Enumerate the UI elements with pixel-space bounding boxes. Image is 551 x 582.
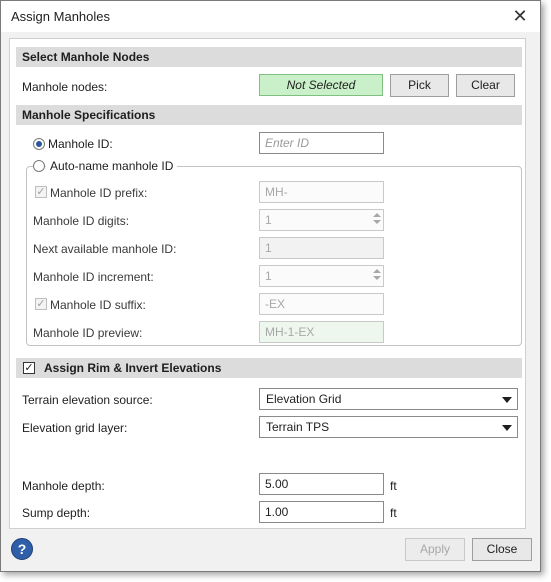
increment-label: Manhole ID increment: — [33, 270, 154, 284]
suffix-label: Manhole ID suffix: — [50, 298, 146, 312]
manhole-id-radio[interactable] — [33, 138, 45, 150]
manhole-id-placeholder: Enter ID — [265, 136, 310, 150]
suffix-input[interactable]: -EX — [259, 293, 384, 315]
terrain-source-select[interactable]: Elevation Grid — [259, 388, 518, 410]
section-manhole-specifications: Manhole Specifications — [16, 105, 522, 125]
manhole-id-label: Manhole ID: — [48, 137, 113, 151]
assign-elevations-checkbox[interactable]: ✓ — [23, 362, 35, 374]
increment-stepper[interactable]: 1 — [259, 265, 384, 287]
manhole-depth-input[interactable]: 5.00 — [259, 473, 384, 495]
increment-spin-arrows-icon[interactable] — [372, 268, 381, 284]
prefix-input[interactable]: MH- — [259, 181, 384, 203]
digits-value: 1 — [265, 213, 272, 227]
sump-depth-input[interactable]: 1.00 — [259, 501, 384, 523]
preview-label: Manhole ID preview: — [33, 326, 143, 340]
digits-spin-arrows-icon[interactable] — [372, 212, 381, 228]
assign-manholes-dialog: Assign Manholes ✕ Select Manhole Nodes M… — [0, 0, 541, 572]
section-assign-elevations: Assign Rim & Invert Elevations — [16, 358, 522, 378]
prefix-label: Manhole ID prefix: — [50, 186, 148, 200]
next-id-field: 1 — [259, 237, 384, 259]
manhole-depth-unit: ft — [390, 479, 397, 493]
window-title: Assign Manholes — [11, 9, 110, 24]
grid-layer-label: Elevation grid layer: — [22, 421, 128, 435]
manhole-id-input[interactable]: Enter ID — [259, 132, 384, 154]
sump-depth-label: Sump depth: — [22, 506, 91, 520]
close-button[interactable]: Close — [472, 538, 532, 561]
auto-name-label: Auto-name manhole ID — [46, 159, 178, 173]
section-select-nodes: Select Manhole Nodes — [16, 47, 522, 67]
sump-depth-unit: ft — [390, 506, 397, 520]
terrain-source-value: Elevation Grid — [266, 392, 342, 406]
apply-button[interactable]: Apply — [405, 538, 465, 561]
grid-layer-value: Terrain TPS — [266, 420, 330, 434]
close-icon[interactable]: ✕ — [509, 5, 531, 27]
manhole-depth-label: Manhole depth: — [22, 479, 105, 493]
clear-button[interactable]: Clear — [456, 74, 515, 97]
auto-name-radio[interactable] — [33, 160, 45, 172]
help-icon[interactable]: ? — [11, 538, 33, 560]
preview-field: MH-1-EX — [259, 321, 384, 343]
chevron-down-icon — [502, 425, 512, 431]
grid-layer-select[interactable]: Terrain TPS — [259, 416, 518, 438]
increment-value: 1 — [265, 269, 272, 283]
pick-button[interactable]: Pick — [390, 74, 449, 97]
title-bar: Assign Manholes ✕ — [1, 1, 540, 32]
chevron-down-icon — [502, 397, 512, 403]
digits-stepper[interactable]: 1 — [259, 209, 384, 231]
digits-label: Manhole ID digits: — [33, 214, 130, 228]
suffix-checkbox[interactable]: ✓ — [35, 298, 47, 310]
next-id-label: Next available manhole ID: — [33, 242, 177, 256]
selection-status-badge: Not Selected — [259, 74, 383, 96]
terrain-source-label: Terrain elevation source: — [22, 393, 153, 407]
prefix-checkbox[interactable]: ✓ — [35, 186, 47, 198]
dialog-content: Select Manhole Nodes Manhole nodes: Not … — [9, 38, 526, 529]
manhole-nodes-label: Manhole nodes: — [22, 80, 108, 94]
